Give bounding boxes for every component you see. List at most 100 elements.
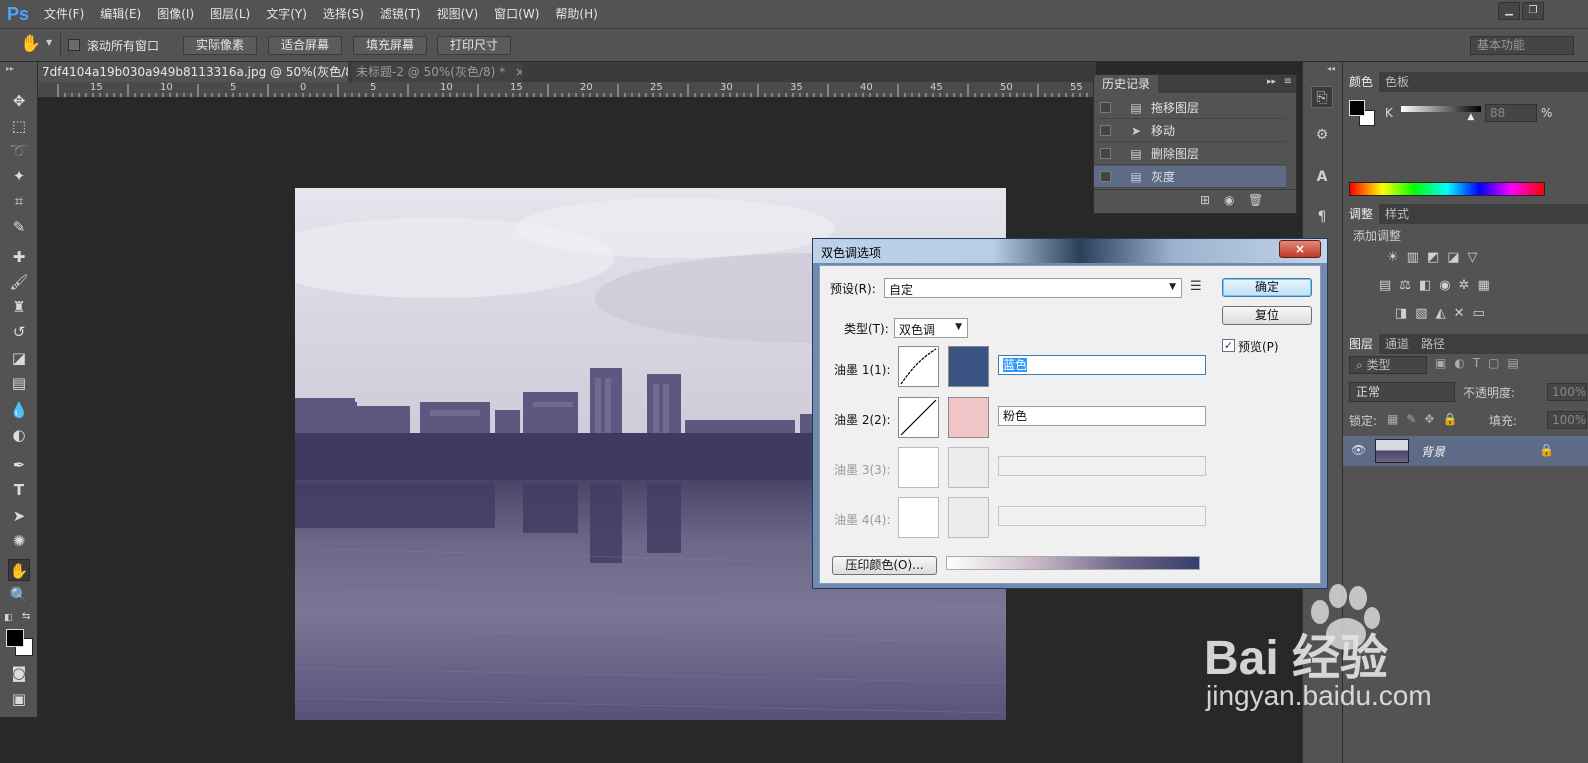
- screen-mode-icon[interactable]: ▣: [8, 688, 30, 710]
- collapse-icon[interactable]: ◂◂: [1327, 64, 1335, 73]
- layer-filter-select[interactable]: ⌕ 类型: [1349, 356, 1427, 374]
- gradient-tool-icon[interactable]: ▤: [8, 372, 30, 394]
- tab-color[interactable]: 颜色: [1343, 72, 1380, 92]
- brightness-icon[interactable]: ☀: [1387, 250, 1407, 265]
- eye-icon[interactable]: 👁: [1351, 443, 1366, 457]
- zoom-tool-icon[interactable]: 🔍: [8, 584, 30, 606]
- trash-icon[interactable]: 🗑: [1248, 193, 1263, 207]
- k-value-field[interactable]: 88: [1485, 104, 1537, 122]
- tab-styles[interactable]: 样式: [1379, 204, 1415, 224]
- shape-tool-icon[interactable]: ✺: [8, 530, 30, 552]
- panel-menu-icon[interactable]: ≡: [1284, 76, 1292, 87]
- lock-transparent-icon[interactable]: ▦: [1387, 412, 1406, 426]
- opacity-field[interactable]: 100%: [1547, 383, 1587, 401]
- type-tool-icon[interactable]: T: [8, 479, 30, 501]
- new-document-icon[interactable]: ⊞: [1200, 193, 1210, 207]
- properties-panel-icon[interactable]: ⚙: [1311, 124, 1333, 146]
- hue-saturation-icon[interactable]: ▤: [1379, 278, 1399, 293]
- lock-position-icon[interactable]: ✥: [1424, 412, 1442, 426]
- path-selection-tool-icon[interactable]: ➤: [8, 505, 30, 527]
- hand-tool-icon[interactable]: ✋: [8, 559, 30, 581]
- fit-screen-button[interactable]: 适合屏幕: [268, 36, 342, 55]
- type-select[interactable]: 双色调 ▼: [894, 318, 968, 338]
- history-item[interactable]: ▤ 拖移图层: [1094, 97, 1286, 119]
- pen-tool-icon[interactable]: ✒: [8, 454, 30, 476]
- lock-all-icon[interactable]: 🔒: [1442, 412, 1465, 426]
- menu-help[interactable]: 帮助(H): [547, 0, 605, 28]
- curves-icon[interactable]: ◩: [1427, 250, 1447, 265]
- menu-image[interactable]: 图像(I): [149, 0, 202, 28]
- close-icon[interactable]: ×: [515, 65, 522, 79]
- selective-color-icon[interactable]: ✕: [1454, 306, 1473, 321]
- exposure-icon[interactable]: ◪: [1447, 250, 1467, 265]
- pixel-filter-icon[interactable]: ▣: [1435, 356, 1454, 370]
- slider-thumb-icon[interactable]: ▲: [1467, 112, 1474, 122]
- tab-swatches[interactable]: 色板: [1379, 72, 1415, 92]
- tab-document-1[interactable]: 7df4104a19b030a949b8113316a.jpg @ 50%(灰色…: [38, 62, 348, 82]
- type-filter-icon[interactable]: T: [1473, 356, 1488, 370]
- history-item[interactable]: ➤ 移动: [1094, 120, 1286, 142]
- collapse-toolbox-icon[interactable]: ▸▸: [6, 64, 14, 73]
- eyedropper-tool-icon[interactable]: ✎: [8, 216, 30, 238]
- posterize-icon[interactable]: ▧: [1415, 306, 1435, 321]
- menu-window[interactable]: 窗口(W): [486, 0, 547, 28]
- history-brush-tool-icon[interactable]: ↺: [8, 321, 30, 343]
- fill-screen-button[interactable]: 填充屏幕: [353, 36, 427, 55]
- menu-layer[interactable]: 图层(L): [202, 0, 258, 28]
- paragraph-panel-icon[interactable]: ¶: [1311, 206, 1333, 228]
- channel-mixer-icon[interactable]: ✲: [1459, 278, 1478, 293]
- k-slider[interactable]: ▲: [1401, 106, 1481, 122]
- foreground-color-swatch[interactable]: [6, 629, 24, 647]
- scroll-all-checkbox[interactable]: [68, 39, 80, 51]
- blend-mode-select[interactable]: 正常: [1349, 382, 1455, 402]
- blur-tool-icon[interactable]: 💧: [8, 399, 30, 421]
- quick-mask-icon[interactable]: ◙: [8, 662, 30, 684]
- eraser-tool-icon[interactable]: ◪: [8, 347, 30, 369]
- tab-channels[interactable]: 通道: [1379, 334, 1415, 354]
- crop-tool-icon[interactable]: ⌗: [8, 190, 30, 212]
- actual-pixels-button[interactable]: 实际像素: [183, 36, 257, 55]
- menu-view[interactable]: 视图(V): [429, 0, 487, 28]
- move-tool-icon[interactable]: ✥: [8, 90, 30, 112]
- menu-file[interactable]: 文件(F): [36, 0, 92, 28]
- history-panel-icon[interactable]: ⎘: [1311, 86, 1333, 108]
- brush-tool-icon[interactable]: 🖌: [8, 271, 30, 293]
- gradient-map-icon[interactable]: ▭: [1473, 306, 1493, 321]
- tab-adjustments[interactable]: 调整: [1343, 204, 1380, 224]
- dialog-title-bar[interactable]: 双色调选项 ×: [813, 239, 1327, 263]
- overprint-colors-button[interactable]: 压印颜色(O)...: [832, 556, 937, 575]
- fill-field[interactable]: 100%: [1547, 411, 1587, 429]
- dodge-tool-icon[interactable]: ◐: [8, 424, 30, 446]
- hand-tool-icon[interactable]: ✋: [20, 34, 41, 54]
- history-item-active[interactable]: ▤ 灰度: [1094, 166, 1286, 188]
- history-source-checkbox[interactable]: [1100, 171, 1111, 182]
- tab-paths[interactable]: 路径: [1415, 334, 1451, 354]
- restore-icon[interactable]: ❐: [1522, 2, 1544, 20]
- close-icon[interactable]: ×: [1279, 240, 1321, 258]
- lock-image-icon[interactable]: ✎: [1406, 412, 1424, 426]
- history-source-checkbox[interactable]: [1100, 148, 1111, 159]
- healing-brush-tool-icon[interactable]: ✚: [8, 246, 30, 268]
- adjustment-filter-icon[interactable]: ◐: [1454, 356, 1472, 370]
- preset-select[interactable]: 自定 ▼: [884, 278, 1182, 298]
- black-white-icon[interactable]: ◧: [1419, 278, 1439, 293]
- menu-filter[interactable]: 滤镜(T): [372, 0, 429, 28]
- tab-history[interactable]: 历史记录: [1094, 75, 1159, 93]
- menu-edit[interactable]: 编辑(E): [92, 0, 149, 28]
- shape-filter-icon[interactable]: ▢: [1488, 356, 1507, 370]
- clone-stamp-tool-icon[interactable]: ♜: [8, 296, 30, 318]
- levels-icon[interactable]: ▥: [1407, 250, 1427, 265]
- reset-button[interactable]: 复位: [1222, 306, 1312, 325]
- ink1-name-field[interactable]: 蓝色: [998, 355, 1206, 375]
- threshold-icon[interactable]: ◭: [1436, 306, 1454, 321]
- swap-colors-icon[interactable]: ⇆: [22, 611, 30, 622]
- smart-object-filter-icon[interactable]: ▤: [1508, 356, 1527, 370]
- menu-select[interactable]: 选择(S): [315, 0, 372, 28]
- color-spectrum[interactable]: [1349, 182, 1545, 196]
- ink1-curve-box[interactable]: [898, 346, 939, 387]
- print-size-button[interactable]: 打印尺寸: [437, 36, 511, 55]
- workspace-select[interactable]: 基本功能: [1470, 36, 1574, 55]
- ink2-color-swatch[interactable]: [948, 397, 989, 438]
- collapse-panel-icon[interactable]: ▸▸: [1267, 77, 1276, 87]
- magic-wand-tool-icon[interactable]: ✦: [8, 165, 30, 187]
